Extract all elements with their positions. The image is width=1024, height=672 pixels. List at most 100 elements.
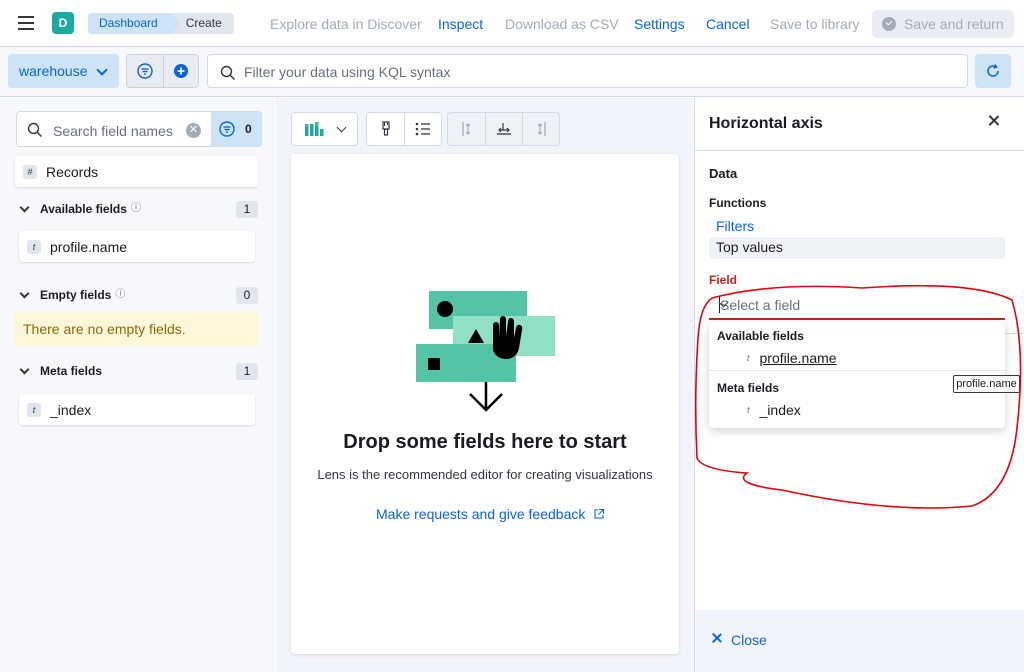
style-controls [366, 112, 442, 146]
field-type-filter-button[interactable]: 0 [211, 112, 262, 146]
breadcrumb-create: Create [171, 13, 234, 34]
function-filters[interactable]: Filters [716, 218, 754, 234]
string-type-icon: t [27, 402, 41, 417]
drop-fields-illustration [416, 291, 555, 412]
records-field[interactable]: # Records [15, 156, 258, 187]
data-view-select[interactable]: warehouse [8, 54, 119, 88]
available-fields-toggle[interactable]: Available fields ⓘ [19, 202, 141, 216]
divider [1005, 333, 1024, 334]
field-select-input[interactable]: Select a field [709, 291, 1005, 320]
field-search-input[interactable]: Search field names ✕ 0 [16, 111, 262, 147]
chevron-down-icon [19, 364, 30, 374]
empty-fields-toggle[interactable]: Empty fields ⓘ [19, 288, 126, 302]
close-icon[interactable] [987, 114, 1001, 128]
drop-zone[interactable]: Drop some fields here to start Lens is t… [291, 154, 679, 654]
kql-placeholder: Filter your data using KQL syntax [244, 64, 451, 80]
left-axis-button[interactable] [448, 113, 485, 145]
feedback-link-label: Make requests and give feedback [376, 506, 586, 522]
drop-title: Drop some fields here to start [343, 431, 627, 453]
divider [709, 370, 1005, 371]
data-section-title: Data [709, 166, 738, 181]
feedback-link[interactable]: Make requests and give feedback [376, 506, 605, 522]
top-header: D Dashboard Create Explore data in Disco… [0, 0, 1024, 47]
close-icon [711, 632, 723, 644]
visual-options-button[interactable] [367, 113, 404, 145]
info-icon: ⓘ [115, 289, 126, 300]
legend-button[interactable] [404, 113, 441, 145]
field-search-placeholder: Search field names [53, 123, 173, 139]
drop-subtitle: Lens is the recommended editor for creat… [317, 467, 653, 482]
query-bar: warehouse Filter your data using KQL syn… [0, 47, 1024, 97]
field-list-panel: Search field names ✕ 0 # Records Availab… [0, 98, 275, 672]
field-item-index[interactable]: t _index [19, 394, 255, 425]
bottom-axis-icon [497, 123, 511, 135]
number-type-icon: # [23, 164, 37, 179]
field-item-profile-name[interactable]: t profile.name [19, 231, 255, 262]
field-item-label: _index [50, 401, 92, 418]
left-axis-icon [461, 122, 470, 136]
cancel-button[interactable]: Cancel [706, 15, 750, 33]
explore-discover-link[interactable]: Explore data in Discover [270, 15, 422, 33]
settings-button[interactable]: Settings [634, 15, 685, 33]
records-label: Records [46, 163, 99, 180]
string-type-icon: t [747, 353, 750, 363]
meta-fields-count: 1 [236, 363, 258, 380]
info-icon: ⓘ [130, 203, 141, 214]
download-csv-button[interactable]: Download as CSV [505, 15, 619, 33]
brush-icon [381, 121, 390, 136]
search-icon [27, 122, 42, 137]
axis-controls [447, 112, 560, 146]
breadcrumb: Dashboard Create [88, 13, 234, 34]
dropdown-group-available: Available fields [717, 329, 804, 343]
tooltip: profile.name [953, 375, 1020, 393]
filter-icon [219, 121, 235, 137]
search-icon [220, 65, 235, 80]
string-type-icon: t [747, 405, 750, 415]
refresh-icon [987, 64, 999, 77]
flyout-title: Horizontal axis [709, 115, 823, 132]
empty-fields-title: Empty fields [40, 288, 112, 302]
empty-fields-message: There are no empty fields. [14, 312, 258, 346]
flyout-footer: Close [695, 610, 1024, 672]
save-and-return-label: Save and return [904, 16, 1004, 32]
kql-search-input[interactable]: Filter your data using KQL syntax [207, 54, 968, 88]
dropdown-option-label: _index [759, 402, 801, 418]
function-top-values[interactable]: Top values [709, 237, 1005, 259]
chevron-down-icon [19, 288, 30, 298]
filter-controls [126, 54, 199, 88]
filter-menu-button[interactable] [127, 55, 163, 87]
check-circle-icon [882, 17, 896, 31]
field-item-label: profile.name [50, 238, 128, 255]
right-axis-icon [537, 122, 546, 136]
chevron-down-icon [96, 64, 108, 76]
bar-chart-icon [305, 122, 324, 136]
chevron-down-icon [19, 202, 30, 212]
divider [695, 150, 1024, 151]
add-filter-button[interactable] [162, 55, 199, 87]
available-fields-title: Available fields [40, 202, 127, 216]
close-button[interactable]: Close [731, 632, 767, 648]
field-label: Field [709, 273, 738, 287]
dropdown-option-profile-name[interactable]: t profile.name [747, 350, 837, 366]
chart-type-switcher[interactable] [291, 112, 358, 146]
save-and-return-button[interactable]: Save and return [872, 10, 1014, 38]
breadcrumb-dashboard[interactable]: Dashboard [88, 13, 180, 34]
bottom-axis-button[interactable] [485, 113, 522, 145]
external-link-icon [594, 508, 605, 519]
space-avatar[interactable]: D [52, 12, 74, 34]
meta-fields-title: Meta fields [40, 364, 103, 378]
save-to-library-button[interactable]: Save to library [770, 15, 859, 33]
dropdown-group-meta: Meta fields [717, 381, 780, 395]
available-fields-count: 1 [236, 201, 258, 218]
dropdown-option-label: profile.name [759, 350, 837, 366]
data-view-label: warehouse [19, 63, 88, 79]
refresh-button[interactable] [975, 54, 1011, 88]
functions-label: Functions [709, 196, 767, 210]
right-axis-button[interactable] [522, 113, 559, 145]
clear-icon[interactable]: ✕ [186, 123, 201, 138]
meta-fields-toggle[interactable]: Meta fields [19, 364, 103, 378]
menu-icon[interactable] [18, 16, 34, 30]
empty-fields-count: 0 [236, 287, 258, 304]
dropdown-option-index[interactable]: t _index [747, 402, 801, 418]
inspect-button[interactable]: Inspect [438, 15, 483, 33]
